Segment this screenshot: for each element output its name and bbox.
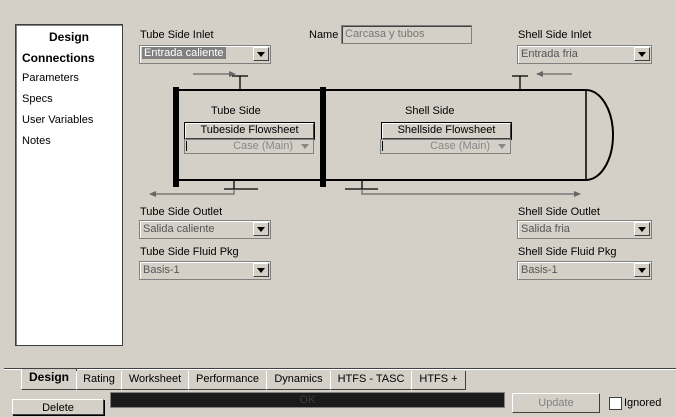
tubeside-case-select[interactable]: Case (Main) [184,139,314,154]
tab-htfs-plus[interactable]: HTFS + [411,371,466,390]
arrow-left-icon [536,71,543,77]
tube-sheet-left [173,87,179,187]
tube-pkg-label: Tube Side Fluid Pkg [140,246,239,258]
tube-outlet-value: Salida caliente [143,223,215,235]
ignored-label: Ignored [624,397,662,409]
shell-outlet-select[interactable]: Salida fria [517,220,652,239]
shell-outlet-value: Salida fria [521,223,570,235]
shell-outlet-label: Shell Side Outlet [518,206,600,218]
shell-pkg-value: Basis-1 [521,264,558,276]
tab-rating[interactable]: Rating [76,371,122,390]
tab-htfs-tasc[interactable]: HTFS - TASC [330,371,412,390]
chevron-down-icon[interactable] [253,222,269,236]
delete-button[interactable]: Delete [12,399,104,415]
tube-outlet-nozzle [224,180,258,190]
shell-pkg-select[interactable]: Basis-1 [517,261,652,280]
shell-side-label: Shell Side [405,105,455,117]
tube-pkg-select[interactable]: Basis-1 [139,261,271,280]
tubeside-flowsheet-button[interactable]: Tubeside Flowsheet [185,123,314,139]
chevron-down-icon[interactable] [634,263,650,277]
tube-pkg-value: Basis-1 [143,264,180,276]
shellside-flowsheet-button[interactable]: Shellside Flowsheet [382,123,511,139]
tab-strip-line [4,369,676,370]
shell-outlet-nozzle [345,180,378,190]
chevron-down-icon[interactable] [634,222,650,236]
shellside-case-select[interactable]: Case (Main) [380,139,511,154]
tab-worksheet[interactable]: Worksheet [121,371,189,390]
shellside-case-value: Case (Main) [430,140,490,152]
chevron-down-icon[interactable] [253,263,269,277]
tube-side-label: Tube Side [211,105,261,117]
chevron-down-icon [498,144,506,149]
tube-outlet-label: Tube Side Outlet [140,206,223,218]
update-button[interactable]: Update [512,393,600,413]
arrow-right-icon [574,191,581,197]
shell-pkg-label: Shell Side Fluid Pkg [518,246,617,258]
chevron-down-icon [301,144,309,149]
status-bar: OK [110,392,505,408]
tab-strip-shadow [4,368,676,369]
tubeside-case-value: Case (Main) [233,140,293,152]
tab-dynamics[interactable]: Dynamics [266,371,331,390]
tube-sheet-right [320,87,326,187]
tube-outlet-select[interactable]: Salida caliente [139,220,271,239]
tube-inlet-nozzle [232,75,248,90]
arrow-left-icon [149,191,156,197]
tab-design[interactable]: Design [21,369,77,390]
ignored-checkbox[interactable] [609,397,622,410]
shell-inlet-nozzle [512,75,528,90]
tab-performance[interactable]: Performance [188,371,267,390]
